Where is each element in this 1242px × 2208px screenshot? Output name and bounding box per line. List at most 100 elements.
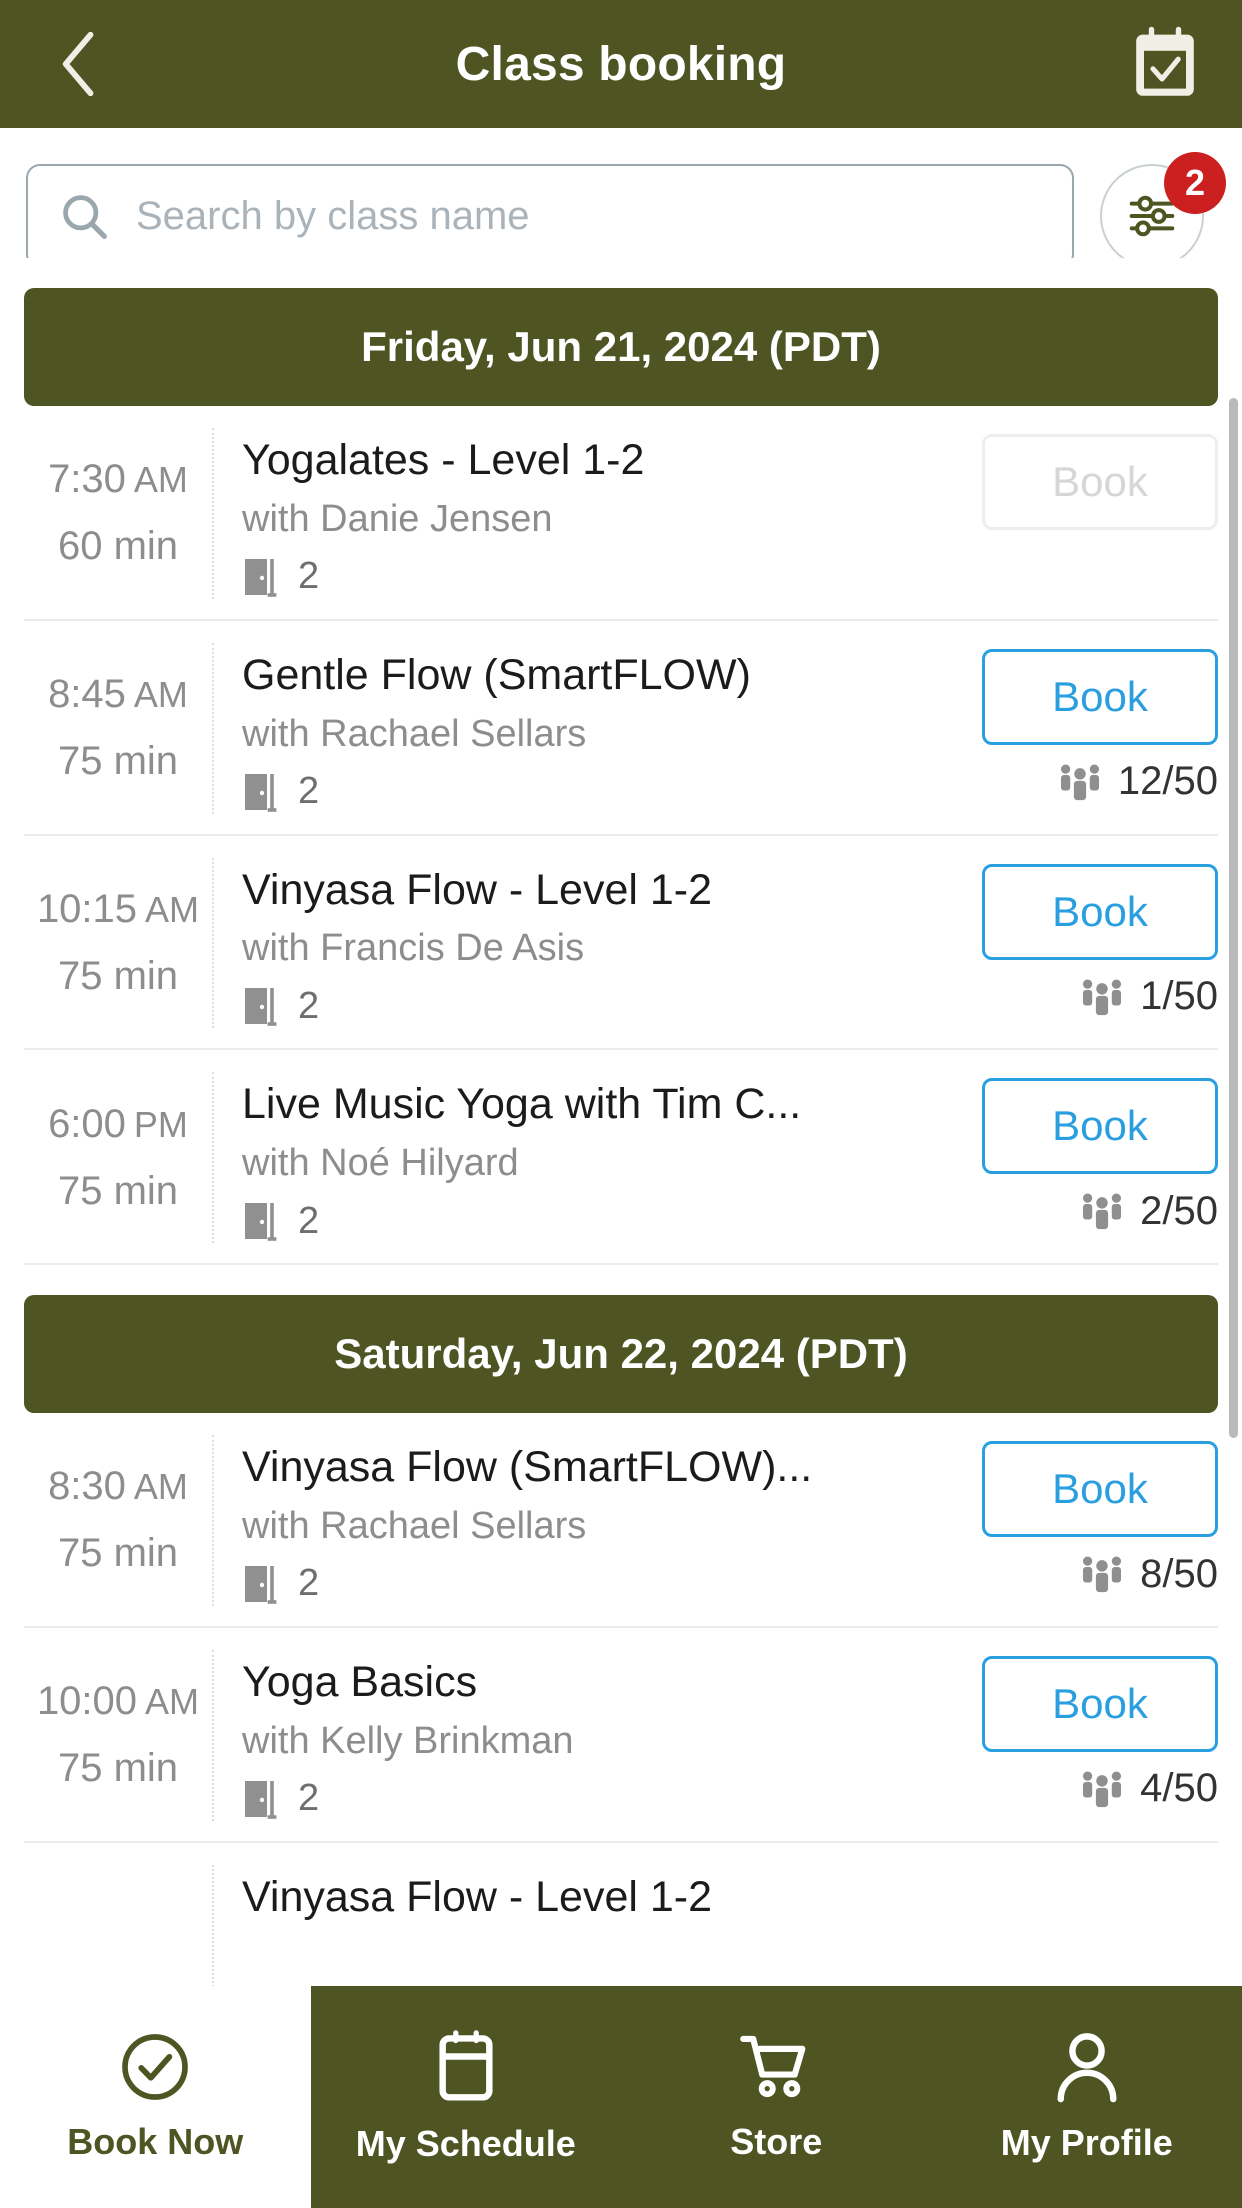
search-input[interactable]: Search by class name bbox=[26, 164, 1074, 268]
class-time-value: 6:00 bbox=[48, 1101, 126, 1146]
class-time: 10:15 AM bbox=[37, 887, 199, 932]
class-time-value: 7:30 bbox=[48, 457, 126, 502]
class-row[interactable]: 6:00 PM 75 min Live Music Yoga with Tim C… bbox=[24, 1050, 1218, 1265]
class-info-column: Gentle Flow (SmartFLOW) with Rachael Sel… bbox=[214, 643, 968, 814]
class-capacity: 4/50 bbox=[1078, 1766, 1218, 1812]
class-time: 7:30 AM bbox=[48, 457, 188, 502]
class-title: Yoga Basics bbox=[242, 1657, 478, 1706]
class-time-ampm: AM bbox=[133, 1466, 188, 1508]
class-time-ampm: AM bbox=[133, 459, 188, 501]
class-time: 8:30 AM bbox=[48, 1464, 188, 1509]
class-time-column: 8:45 AM 75 min bbox=[24, 642, 214, 814]
class-time-column: 7:30 AM 60 min bbox=[24, 428, 214, 599]
class-room: 2 bbox=[242, 1562, 956, 1606]
class-row[interactable]: 7:30 AM 60 min Yogalates - Level 1-2 with… bbox=[24, 406, 1218, 621]
capacity-people-icon bbox=[1083, 978, 1122, 1015]
class-teacher: with Noé Hilyard bbox=[242, 1142, 519, 1184]
class-time-ampm: AM bbox=[133, 674, 188, 716]
room-door-icon bbox=[245, 558, 277, 597]
class-action-column: Book bbox=[968, 428, 1218, 599]
class-title: Gentle Flow (SmartFLOW) bbox=[242, 650, 751, 699]
class-capacity-value: 12/50 bbox=[1117, 759, 1218, 804]
nav-item-label: My Profile bbox=[1000, 2122, 1173, 2163]
class-room: 2 bbox=[242, 1199, 956, 1243]
book-button[interactable]: Book bbox=[982, 434, 1218, 530]
class-duration: 75 min bbox=[57, 1168, 179, 1213]
class-room-number: 2 bbox=[298, 555, 320, 598]
class-row[interactable]: 8:30 AM 75 min Vinyasa Flow (SmartFLOW)..… bbox=[24, 1413, 1218, 1628]
back-button[interactable] bbox=[34, 21, 120, 107]
nav-item-label: My Schedule bbox=[355, 2123, 576, 2164]
class-list-scroll[interactable]: Friday, Jun 21, 2024 (PDT) 7:30 AM 60 min… bbox=[0, 258, 1242, 2208]
vertical-scrollbar[interactable] bbox=[1229, 398, 1238, 1438]
class-room-number: 2 bbox=[298, 1777, 320, 1819]
class-teacher: with Francis De Asis bbox=[242, 927, 585, 970]
room-door-icon bbox=[245, 773, 277, 812]
filter-count-badge: 2 bbox=[1164, 152, 1226, 214]
class-room-number: 2 bbox=[298, 770, 320, 812]
class-info-column: Yogalates - Level 1-2 with Danie Jensen … bbox=[214, 428, 968, 599]
nav-item-book-now[interactable]: Book Now bbox=[0, 1986, 311, 2208]
class-title: Vinyasa Flow - Level 1-2 bbox=[242, 1872, 713, 1921]
class-time-column: 10:15 AM 75 min bbox=[24, 857, 214, 1029]
class-title: Live Music Yoga with Tim C... bbox=[242, 1080, 802, 1129]
my-schedule-shortcut-button[interactable] bbox=[1122, 21, 1208, 107]
calendar-check-icon bbox=[1136, 26, 1194, 96]
class-room: 2 bbox=[242, 1777, 956, 1821]
class-room-number: 2 bbox=[298, 1562, 320, 1605]
class-capacity: 12/50 bbox=[1056, 759, 1218, 805]
capacity-people-icon bbox=[1083, 1556, 1122, 1593]
class-room-number: 2 bbox=[298, 984, 320, 1027]
class-teacher: with Danie Jensen bbox=[242, 497, 553, 540]
class-duration: 75 min bbox=[57, 739, 179, 784]
class-time: 10:00 AM bbox=[37, 1679, 199, 1724]
class-row[interactable]: 10:00 AM 75 min Yoga Basics with Kelly Br… bbox=[24, 1628, 1218, 1843]
class-capacity-value: 4/50 bbox=[1140, 1766, 1218, 1811]
chevron-left-icon bbox=[62, 31, 94, 97]
class-time-ampm: AM bbox=[145, 1681, 200, 1723]
class-row[interactable]: 8:45 AM 75 min Gentle Flow (SmartFLOW) wi… bbox=[24, 621, 1218, 836]
class-time-column: 6:00 PM 75 min bbox=[24, 1072, 214, 1243]
nav-item-store[interactable]: Store bbox=[621, 1986, 932, 2208]
class-time-ampm: PM bbox=[133, 1103, 188, 1145]
class-row[interactable]: 10:15 AM 75 min Vinyasa Flow - Level 1-2 … bbox=[24, 836, 1218, 1051]
day-header: Saturday, Jun 22, 2024 (PDT) bbox=[24, 1295, 1218, 1413]
class-teacher: with Rachael Sellars bbox=[242, 712, 587, 755]
class-title: Vinyasa Flow (SmartFLOW)... bbox=[242, 1443, 813, 1491]
calendar-icon bbox=[439, 2030, 493, 2101]
class-teacher: with Kelly Brinkman bbox=[242, 1719, 574, 1762]
book-button[interactable]: Book bbox=[982, 1441, 1218, 1537]
class-action-column: Book 1/50 bbox=[968, 858, 1218, 1029]
app-screen: Class booking Search by class name 2 Fri… bbox=[0, 0, 1242, 2208]
class-time: 6:00 PM bbox=[48, 1102, 188, 1147]
class-room-number: 2 bbox=[298, 1199, 320, 1242]
class-capacity: 2/50 bbox=[1078, 1188, 1218, 1234]
class-capacity-value: 2/50 bbox=[1140, 1188, 1218, 1233]
book-button[interactable]: Book bbox=[982, 1078, 1218, 1175]
book-button[interactable]: Book bbox=[982, 863, 1218, 960]
capacity-people-icon bbox=[1083, 1193, 1122, 1230]
class-info-column: Yoga Basics with Kelly Brinkman 2 bbox=[214, 1650, 968, 1821]
class-capacity-value: 8/50 bbox=[1140, 1551, 1218, 1596]
nav-item-label: Store bbox=[730, 2121, 823, 2162]
days-container: Friday, Jun 21, 2024 (PDT) 7:30 AM 60 min… bbox=[0, 288, 1242, 2049]
book-button[interactable]: Book bbox=[982, 648, 1218, 745]
app-header: Class booking bbox=[0, 0, 1242, 128]
page-title: Class booking bbox=[455, 37, 787, 91]
nav-item-my-profile[interactable]: My Profile bbox=[931, 1986, 1242, 2208]
bottom-navigation: Book Now My Schedule Store My Profile bbox=[0, 1986, 1242, 2208]
class-info-column: Live Music Yoga with Tim C... with Noé H… bbox=[214, 1072, 968, 1243]
room-door-icon bbox=[245, 988, 277, 1027]
class-action-column: Book 8/50 bbox=[968, 1435, 1218, 1606]
cart-icon bbox=[740, 2035, 806, 2098]
class-duration: 60 min bbox=[57, 524, 179, 569]
filter-button[interactable]: 2 bbox=[1100, 152, 1226, 274]
room-door-icon bbox=[245, 1565, 277, 1604]
day-header: Friday, Jun 21, 2024 (PDT) bbox=[24, 288, 1218, 406]
nav-item-my-schedule[interactable]: My Schedule bbox=[310, 1986, 621, 2208]
class-room: 2 bbox=[242, 770, 956, 814]
capacity-people-icon bbox=[1083, 1771, 1122, 1807]
class-duration: 75 min bbox=[57, 1531, 179, 1576]
book-button[interactable]: Book bbox=[982, 1655, 1218, 1752]
class-duration: 75 min bbox=[57, 953, 179, 998]
